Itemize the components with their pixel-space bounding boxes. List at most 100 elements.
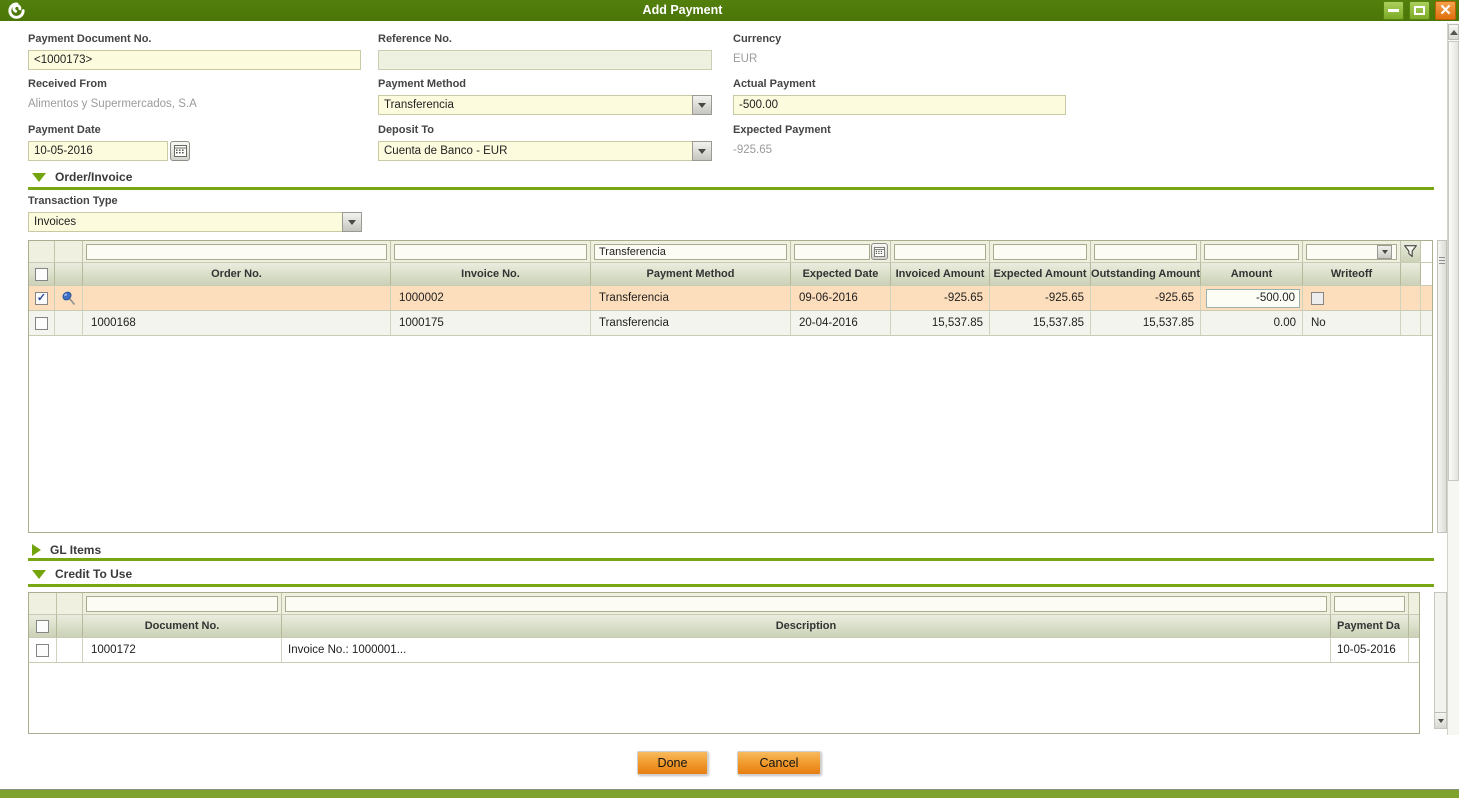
filter-cell: [791, 241, 891, 262]
row-cell: [1409, 638, 1419, 662]
writeoff-checkbox[interactable]: [1311, 292, 1324, 305]
window-title: Add Payment: [0, 0, 1365, 21]
filter-cell: [83, 593, 282, 614]
deposit-to-select[interactable]: Cuenta de Banco - EUR: [378, 141, 712, 161]
cell-outstanding-amount: -925.65: [1091, 286, 1201, 310]
chevron-down-icon[interactable]: [342, 212, 362, 232]
payment-document-no-input[interactable]: <1000173>: [28, 50, 361, 70]
expected-amount-filter-input[interactable]: [993, 244, 1087, 260]
column-header-expected-date[interactable]: Expected Date: [791, 263, 891, 285]
column-header-invoiced-amount[interactable]: Invoiced Amount: [891, 263, 990, 285]
invoice-row-1[interactable]: ✓ 1000002 Transferencia 09-06-2016 -925.…: [29, 286, 1432, 311]
payment-method-filter-input[interactable]: Transferencia: [594, 244, 787, 260]
scrollbar-grip: [1439, 255, 1445, 266]
cell-expected-amount: 15,537.85: [990, 311, 1091, 335]
cell-expected-date: 09-06-2016: [791, 286, 891, 310]
chevron-down-icon[interactable]: [692, 95, 712, 115]
expected-date-filter-input[interactable]: [794, 244, 870, 260]
close-icon: ✕: [1439, 3, 1452, 18]
payment-date-filter-input[interactable]: [1334, 596, 1405, 612]
column-header-writeoff[interactable]: Writeoff: [1303, 263, 1401, 285]
payment-date-input[interactable]: 10-05-2016: [28, 141, 168, 161]
section-order-invoice[interactable]: Order/Invoice: [32, 170, 132, 184]
invoice-row-2[interactable]: 1000168 1000175 Transferencia 20-04-2016…: [29, 311, 1432, 336]
row-cell: [57, 638, 83, 662]
description-filter-input[interactable]: [285, 596, 1327, 612]
writeoff-filter-select[interactable]: [1306, 244, 1397, 260]
grid-empty-area: [29, 663, 1419, 733]
column-header-invoice-no[interactable]: Invoice No.: [391, 263, 591, 285]
column-header-payment-method[interactable]: Payment Method: [591, 263, 791, 285]
column-header-expected-amount[interactable]: Expected Amount: [990, 263, 1091, 285]
minimize-button[interactable]: [1383, 1, 1404, 20]
grid-header-row: Order No. Invoice No. Payment Method Exp…: [29, 263, 1432, 286]
row-cell: [1401, 286, 1421, 310]
cell-invoice-no: 1000175: [391, 311, 591, 335]
actual-payment-input[interactable]: -500.00: [733, 95, 1066, 115]
document-no-filter-input[interactable]: [86, 596, 278, 612]
filter-cell: [57, 593, 83, 614]
collapse-triangle-icon[interactable]: [32, 570, 46, 579]
invoice-no-filter-input[interactable]: [394, 244, 587, 260]
done-button[interactable]: Done: [637, 751, 708, 775]
bottom-status-bar: [0, 789, 1459, 798]
close-button[interactable]: ✕: [1435, 1, 1456, 20]
cancel-button[interactable]: Cancel: [737, 751, 821, 775]
order-no-filter-input[interactable]: [86, 244, 387, 260]
header-cell: [1401, 263, 1421, 285]
maximize-button[interactable]: [1409, 1, 1430, 20]
column-header-payment-date[interactable]: Payment Da: [1331, 615, 1409, 637]
invoiced-amount-filter-input[interactable]: [894, 244, 986, 260]
section-credit-to-use[interactable]: Credit To Use: [32, 567, 132, 581]
outstanding-amount-filter-input[interactable]: [1094, 244, 1197, 260]
chevron-down-icon[interactable]: [692, 141, 712, 161]
dialog-scrollbar[interactable]: [1447, 23, 1459, 735]
filter-cell: [1303, 241, 1401, 262]
filter-funnel-cell[interactable]: [1401, 241, 1421, 262]
received-from-value: Alimentos y Supermercados, S.A: [28, 95, 361, 110]
scrollbar-thumb[interactable]: [1448, 41, 1459, 481]
header-cell: [1421, 263, 1432, 285]
scroll-down-button[interactable]: [1435, 712, 1446, 728]
amount-edit-input[interactable]: -500.00: [1206, 289, 1300, 308]
calendar-icon[interactable]: [871, 243, 888, 260]
transaction-type-label: Transaction Type: [28, 195, 362, 207]
filter-cell: [1409, 593, 1419, 614]
credit-grid-scrollbar[interactable]: [1434, 592, 1447, 729]
payment-method-select[interactable]: Transferencia: [378, 95, 712, 115]
select-all-checkbox[interactable]: [36, 620, 49, 633]
scroll-up-button[interactable]: [1448, 24, 1459, 40]
row-checkbox[interactable]: [36, 644, 49, 657]
credit-grid: Document No. Description Payment Da 1000…: [28, 592, 1420, 734]
row-checkbox[interactable]: ✓: [35, 292, 48, 305]
pin-icon: [61, 290, 77, 306]
row-cell: [55, 311, 83, 335]
section-title: GL Items: [50, 543, 101, 557]
row-cell: [29, 638, 57, 662]
column-header-document-no[interactable]: Document No.: [83, 615, 282, 637]
row-checkbox[interactable]: [35, 317, 48, 330]
column-header-amount[interactable]: Amount: [1201, 263, 1303, 285]
filter-cell: [1421, 241, 1432, 262]
column-header-description[interactable]: Description: [282, 615, 1331, 637]
filter-cell: Transferencia: [591, 241, 791, 262]
section-gl-items[interactable]: GL Items: [32, 543, 101, 557]
column-header-outstanding-amount[interactable]: Outstanding Amount: [1091, 263, 1201, 285]
order-invoice-grid-scrollbar[interactable]: [1437, 240, 1447, 533]
credit-row-1[interactable]: 1000172 Invoice No.: 1000001... 10-05-20…: [29, 638, 1419, 663]
amount-filter-input[interactable]: [1204, 244, 1299, 260]
chevron-down-icon[interactable]: [1377, 245, 1392, 259]
expand-triangle-icon[interactable]: [32, 544, 41, 556]
row-cell: [55, 286, 83, 310]
payment-document-no-label: Payment Document No.: [28, 33, 361, 45]
cell-outstanding-amount: 15,537.85: [1091, 311, 1201, 335]
transaction-type-select[interactable]: Invoices: [28, 212, 362, 232]
cell-invoiced-amount: 15,537.85: [891, 311, 990, 335]
funnel-filter-icon: [1403, 244, 1418, 259]
column-header-order-no[interactable]: Order No.: [83, 263, 391, 285]
collapse-triangle-icon[interactable]: [32, 173, 46, 182]
reference-no-input[interactable]: [378, 50, 712, 70]
calendar-icon[interactable]: [170, 141, 190, 161]
payment-date-label: Payment Date: [28, 124, 191, 136]
select-all-checkbox[interactable]: [35, 268, 48, 281]
